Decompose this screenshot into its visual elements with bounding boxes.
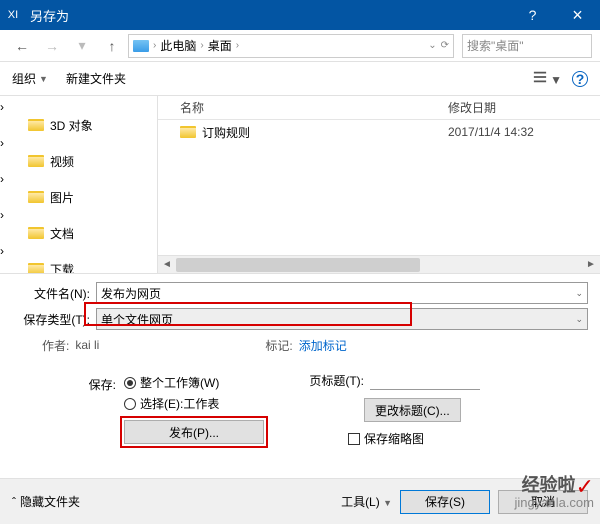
chevron-right-icon: › [200,40,203,51]
tools-menu[interactable]: 工具(L) ▼ [341,493,392,510]
horizontal-scrollbar[interactable]: ◄ ► [158,255,600,273]
dialog-footer: ˆ 隐藏文件夹 工具(L) ▼ 保存(S) 取消 [0,478,600,524]
toolbar: 组织▼ 新建文件夹 ▼ ? [0,62,600,96]
change-title-button[interactable]: 更改标题(C)... [364,398,461,422]
folder-icon [28,227,44,239]
filename-label: 文件名(N): [12,285,90,302]
scrollbar-thumb[interactable] [176,258,420,272]
file-rows: 订购规则 2017/11/4 14:32 [158,120,600,255]
save-options-panel: 文件名(N): 发布为网页⌄ 保存类型(T): 单个文件网页⌄ 作者: kai … [0,274,600,451]
search-placeholder: 搜索"桌面" [467,37,524,54]
nav-row: ← → ▾ ↑ › 此电脑 › 桌面 › ⌄ ⟳ 搜索"桌面" [0,30,600,62]
column-modified[interactable]: 修改日期 [448,99,578,116]
pc-icon [133,40,149,52]
app-icon: XI [0,0,26,30]
scroll-right-button[interactable]: ► [582,259,600,270]
radio-whole-workbook[interactable]: 整个工作簿(W) [124,374,219,391]
help-icon[interactable]: ? [572,71,588,87]
view-options-button[interactable]: ▼ [533,70,562,87]
chevron-right-icon[interactable]: › [0,172,4,186]
help-button[interactable]: ? [510,0,555,30]
filetype-select[interactable]: 单个文件网页⌄ [96,308,588,330]
chevron-up-icon: ˆ [12,495,16,509]
chevron-right-icon[interactable]: › [0,244,4,258]
save-button[interactable]: 保存(S) [400,490,490,514]
history-dropdown[interactable]: ⌄ [428,40,436,51]
explorer-pane: ›3D 对象 ›视频 ›图片 ›文档 ›下载 ›音乐 桌面 ›Local Dis… [0,96,600,274]
chevron-right-icon: › [153,40,156,51]
page-title-label: 页标题(T): [304,372,364,389]
hide-folders-toggle[interactable]: ˆ 隐藏文件夹 [12,493,80,510]
file-list-pane: 名称 修改日期 订购规则 2017/11/4 14:32 ◄ ► [158,96,600,273]
filetype-label: 保存类型(T): [12,311,90,328]
tree-item-pictures[interactable]: 图片 [0,186,157,208]
radio-on-icon [124,377,136,389]
publish-button[interactable]: 发布(P)... [124,420,264,444]
page-title-field[interactable] [370,370,480,390]
tree-item-3d[interactable]: 3D 对象 [0,114,157,136]
chevron-right-icon[interactable]: › [0,208,4,222]
recent-dropdown[interactable]: ▾ [68,34,96,58]
organize-menu[interactable]: 组织▼ [12,70,48,87]
tags-label: 标记: [265,337,292,354]
search-input[interactable]: 搜索"桌面" [462,34,592,58]
folder-icon [28,119,44,131]
folder-icon [28,191,44,203]
save-thumbnail-label: 保存缩略图 [364,430,424,447]
add-tags-link[interactable]: 添加标记 [299,337,347,354]
breadcrumb-root[interactable]: 此电脑 [160,37,196,54]
scrollbar-track[interactable] [176,257,582,273]
chevron-right-icon[interactable]: › [0,136,4,150]
author-label: 作者: [42,337,69,354]
new-folder-button[interactable]: 新建文件夹 [66,70,126,87]
forward-button[interactable]: → [38,34,66,58]
window-title: 另存为 [26,6,510,25]
titlebar: XI 另存为 ? × [0,0,600,30]
breadcrumb-leaf[interactable]: 桌面 [208,37,232,54]
folder-icon [28,155,44,167]
tree-item-downloads[interactable]: 下载 [0,258,157,273]
back-button[interactable]: ← [8,34,36,58]
tree-item-video[interactable]: 视频 [0,150,157,172]
up-button[interactable]: ↑ [98,34,126,58]
column-headers[interactable]: 名称 修改日期 [158,96,600,120]
list-item[interactable]: 订购规则 2017/11/4 14:32 [158,120,600,144]
save-scope-label: 保存: [72,374,116,412]
chevron-right-icon: › [236,40,239,51]
column-name[interactable]: 名称 [158,99,448,116]
folder-icon [28,263,44,273]
scroll-left-button[interactable]: ◄ [158,259,176,270]
tree-item-documents[interactable]: 文档 [0,222,157,244]
folder-tree[interactable]: ›3D 对象 ›视频 ›图片 ›文档 ›下载 ›音乐 桌面 ›Local Dis… [0,96,158,273]
refresh-button[interactable]: ⟳ [441,40,449,51]
address-bar[interactable]: › 此电脑 › 桌面 › ⌄ ⟳ [128,34,454,58]
save-thumbnail-checkbox[interactable] [348,433,360,445]
radio-off-icon [124,398,136,410]
watermark: 经验啦✓ jingyanla.com [515,472,595,510]
chevron-right-icon[interactable]: › [0,100,4,114]
filename-input[interactable]: 发布为网页⌄ [96,282,588,304]
folder-icon [180,126,196,138]
close-button[interactable]: × [555,0,600,30]
author-value[interactable]: kai li [75,338,99,352]
radio-selection[interactable]: 选择(E):工作表 [124,395,219,412]
